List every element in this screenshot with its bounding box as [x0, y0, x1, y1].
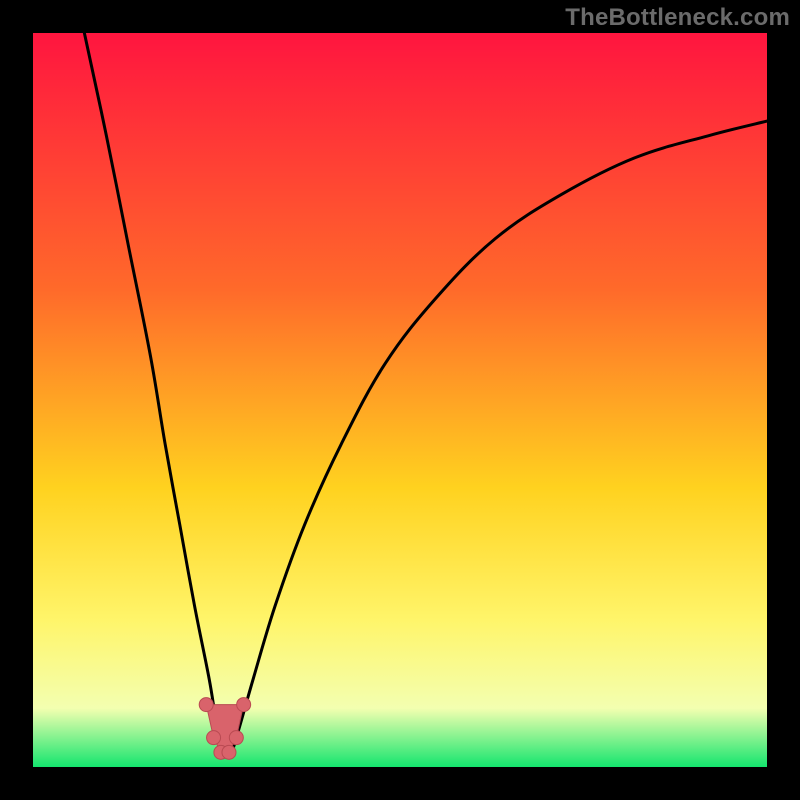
- highlight-dot: [222, 745, 236, 759]
- highlight-dot: [229, 731, 243, 745]
- highlight-dot: [237, 698, 251, 712]
- watermark-text: TheBottleneck.com: [565, 4, 790, 32]
- highlight-dot: [207, 731, 221, 745]
- highlight-dot: [199, 698, 213, 712]
- gradient-background: [33, 33, 767, 767]
- plot-area: [33, 33, 767, 767]
- bottleneck-chart: [33, 33, 767, 767]
- chart-frame: TheBottleneck.com: [0, 0, 800, 800]
